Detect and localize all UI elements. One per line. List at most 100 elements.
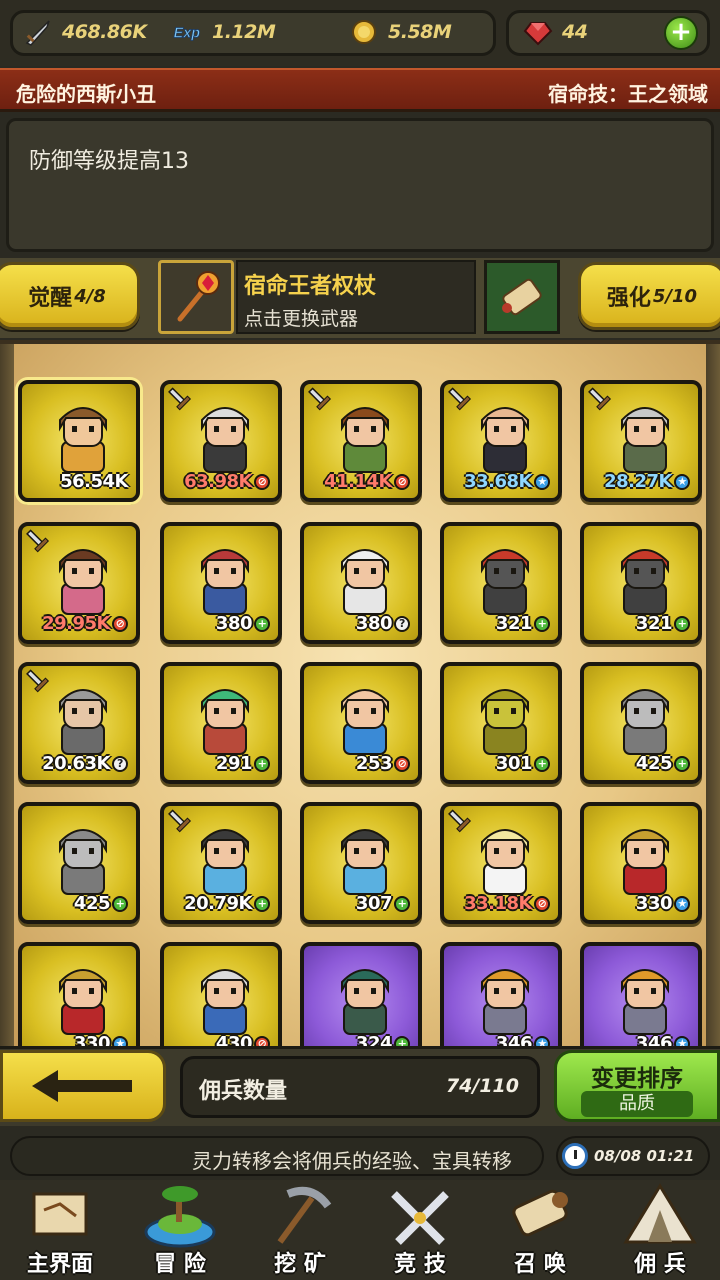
hero-card[interactable]: 56.54K [18,380,140,502]
map-scroll-icon [32,1192,88,1236]
count-label: 佣兵数量 [199,1079,288,1104]
hero-card[interactable]: 321 + [440,522,562,644]
add-gems-button[interactable]: + [664,16,698,50]
scroll-icon[interactable] [484,260,560,334]
hero-card[interactable]: 425 + [18,802,140,924]
awaken-label: 觉醒 [28,286,73,311]
hero-card[interactable]: 291 + [160,662,282,784]
hero-level-text: 324 [355,1033,393,1046]
hero-level: 33.18K ⊘ [464,893,550,914]
hero-level: 301 + [496,753,550,774]
nav-label: 主界面 [26,1252,93,1277]
hero-card[interactable]: 33.68K ★ [440,380,562,502]
hero-card[interactable]: 425 + [580,662,702,784]
hero-level-text: 330 [73,1033,111,1046]
hero-level: 425 + [636,753,690,774]
nav-item-tent[interactable]: 佣 兵 [600,1180,720,1280]
hero-card[interactable]: 253 ⊘ [300,662,422,784]
hero-card[interactable]: 321 + [580,522,702,644]
hero-level-text: 307 [355,893,393,914]
nav-item-pickaxe[interactable]: 挖 矿 [240,1180,360,1280]
hero-level-text: 33.68K [464,471,532,492]
green-status-icon: + [254,615,270,632]
hero-card[interactable]: 380 + [160,522,282,644]
hero-level: 346 ★ [636,1033,690,1046]
hero-level-text: 253 [355,753,393,774]
hero-portrait [341,829,389,895]
gem-resource: 44 [522,14,588,50]
hero-card[interactable]: 430 ⊘ [160,942,282,1046]
destiny-description: 防御等级提高13 [29,149,189,174]
hero-level: 20.63K? [42,753,128,774]
red-status-icon: ⊘ [394,755,410,772]
hero-card[interactable]: 28.27K ★ [580,380,702,502]
sort-label: 变更排序 [591,1066,683,1092]
gray-status-icon: ? [394,615,410,632]
weapon-info[interactable]: 宿命王者权杖 点击更换武器 [236,260,476,334]
change-sort-button[interactable]: 变更排序 品质 [554,1050,720,1122]
nav-item-island[interactable]: 冒 险 [120,1180,240,1280]
hero-level: 253 ⊘ [356,753,410,774]
red-status-icon: ⊘ [254,1035,270,1046]
hero-card[interactable]: 330 ★ [18,942,140,1046]
hero-level-text: 425 [73,893,111,914]
hero-card[interactable]: 33.18K ⊘ [440,802,562,924]
hero-portrait [481,407,529,473]
hero-card[interactable]: 20.63K? [18,662,140,784]
hero-level: 33.68K ★ [464,471,550,492]
hero-portrait [341,689,389,755]
hero-level-text: 41.14K [324,471,392,492]
hero-level: 324 + [356,1033,410,1046]
awaken-button[interactable]: 觉醒 4/8 [0,262,140,330]
destiny-header: 危险的西斯小丑 宿命技：王之领域 [0,68,720,112]
hero-level: 28.27K ★ [604,471,690,492]
hero-card[interactable]: 330 ★ [580,802,702,924]
hero-card[interactable]: 346 ★ [580,942,702,1046]
red-status-icon: ⊘ [394,473,410,490]
blue-status-icon: ★ [674,1035,690,1046]
back-button[interactable] [0,1050,166,1122]
gold-value: 5.58M [388,21,452,43]
hero-level: 56.54K [60,471,128,492]
hero-card[interactable]: 346 ★ [440,942,562,1046]
hero-level: 63.98K ⊘ [184,471,270,492]
hero-card[interactable]: 20.79K + [160,802,282,924]
exp-resource: Exp 1.12M [172,14,276,50]
exp-icon: Exp [172,16,204,48]
hero-level: 425 + [74,893,128,914]
island-icon [144,1186,216,1248]
hero-portrait [481,969,529,1035]
destiny-description-box: 防御等级提高13 [6,118,714,252]
hero-portrait [201,829,249,895]
hero-card[interactable]: 380? [300,522,422,644]
hero-portrait [481,549,529,615]
gray-status-icon: ? [112,755,128,772]
enhance-button[interactable]: 强化 5/10 [578,262,720,330]
hero-card[interactable]: 29.95K ⊘ [18,522,140,644]
green-status-icon: + [112,895,128,912]
hero-card[interactable]: 307 + [300,802,422,924]
clock: 08/08 01:21 [556,1136,710,1176]
hero-level-text: 380 [215,613,253,634]
hero-portrait [59,549,107,615]
attack-resource: 468.86K [22,14,147,50]
weapon-scepter-icon[interactable] [158,260,234,334]
nav-item-map-scroll[interactable]: 主界面 [0,1180,120,1280]
hero-portrait [621,689,669,755]
hero-level-text: 20.63K [42,753,110,774]
hero-level: 291 + [216,753,270,774]
hero-card[interactable]: 301 + [440,662,562,784]
nav-item-summon-scroll[interactable]: 召 唤 [480,1180,600,1280]
nav-label: 召 唤 [514,1252,566,1277]
hero-level: 307 + [356,893,410,914]
weapon-change-hint: 点击更换武器 [244,308,359,330]
hero-card[interactable]: 41.14K ⊘ [300,380,422,502]
hero-portrait [621,829,669,895]
nav-item-crossed-swords[interactable]: 竞 技 [360,1180,480,1280]
hero-level: 321 + [496,613,550,634]
hero-card[interactable]: 63.98K ⊘ [160,380,282,502]
hero-portrait [621,407,669,473]
hero-portrait [59,969,107,1035]
green-status-icon: + [674,755,690,772]
hero-card[interactable]: 324 + [300,942,422,1046]
